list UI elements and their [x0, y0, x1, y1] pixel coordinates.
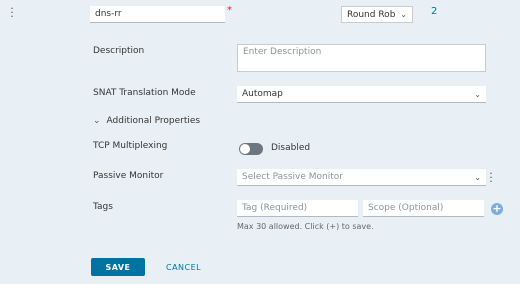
scope-input[interactable]: Scope (Optional) [363, 200, 484, 217]
scope-placeholder: Scope (Optional) [368, 203, 444, 213]
tcp-multiplexing-label: TCP Multiplexing [93, 141, 168, 151]
algorithm-select-value: Round Rob [347, 9, 396, 20]
chevron-down-icon: ⌄ [93, 116, 101, 126]
members-count-link[interactable]: 2 [431, 6, 437, 17]
save-button-label: SAVE [105, 262, 131, 272]
tag-input[interactable]: Tag (Required) [237, 200, 358, 217]
tags-label: Tags [93, 202, 113, 212]
tag-placeholder: Tag (Required) [242, 203, 308, 213]
chevron-down-icon: ⌄ [474, 89, 481, 99]
additional-properties-toggle[interactable]: ⌄ Additional Properties [93, 116, 200, 126]
tags-hint: Max 30 allowed. Click (+) to save. [237, 222, 374, 231]
description-textarea[interactable]: Enter Description [237, 44, 486, 72]
add-tag-plus-icon[interactable]: + [491, 203, 503, 215]
tcp-multiplexing-toggle[interactable] [239, 143, 263, 155]
passive-monitor-label: Passive Monitor [93, 171, 164, 181]
save-button[interactable]: SAVE [91, 258, 145, 276]
required-asterisk: * [227, 5, 232, 16]
toggle-knob [240, 144, 250, 154]
snat-mode-value: Automap [242, 89, 283, 99]
chevron-down-icon: ⌄ [400, 10, 407, 19]
chevron-down-icon: ⌄ [474, 172, 481, 182]
passive-monitor-more-icon[interactable]: · · · [489, 168, 493, 187]
cancel-button-label: CANCEL [166, 262, 202, 272]
snat-mode-select[interactable]: Automap ⌄ [237, 86, 486, 103]
cancel-button[interactable]: CANCEL [166, 258, 201, 276]
passive-monitor-placeholder: Select Passive Monitor [242, 172, 343, 182]
name-input-value: dns-rr [95, 9, 122, 19]
description-placeholder: Enter Description [243, 47, 322, 57]
tcp-multiplexing-state: Disabled [271, 143, 311, 153]
additional-properties-label: Additional Properties [106, 116, 201, 126]
passive-monitor-select[interactable]: Select Passive Monitor ⌄ [237, 169, 486, 186]
row-actions-kebab-icon[interactable]: · · · [10, 3, 14, 22]
name-input[interactable]: dns-rr [90, 6, 225, 23]
algorithm-select[interactable]: Round Rob ⌄ [341, 6, 413, 23]
description-label: Description [93, 46, 145, 56]
snat-label: SNAT Translation Mode [93, 88, 196, 98]
